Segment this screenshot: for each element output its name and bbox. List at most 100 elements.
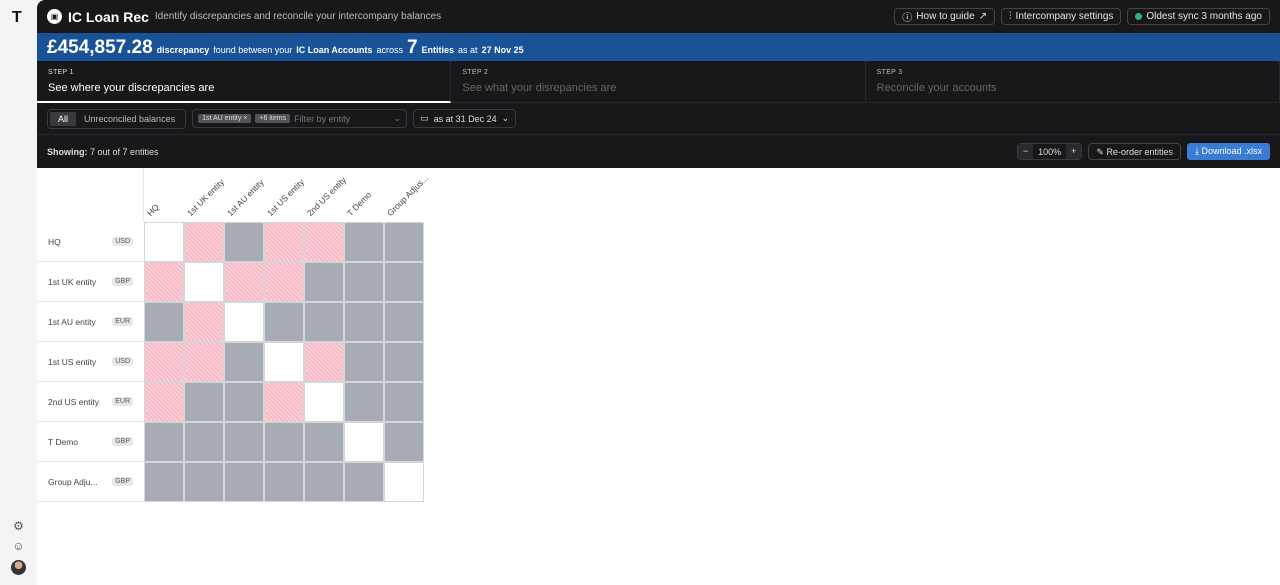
matrix-cell-none[interactable]: [144, 422, 184, 462]
matrix-cell-self: [384, 462, 424, 502]
matrix-cell-discrepancy[interactable]: [144, 262, 184, 302]
row-entity-name: 1st AU entity: [48, 316, 96, 327]
reorder-label: Re-order entities: [1106, 147, 1173, 157]
date-picker[interactable]: ▭ as at 31 Dec 24 ⌄: [413, 109, 517, 128]
matrix-cell-none[interactable]: [224, 342, 264, 382]
matrix-cell-none[interactable]: [344, 302, 384, 342]
matrix-cell-none[interactable]: [224, 462, 264, 502]
page-title: IC Loan Rec: [68, 8, 149, 25]
banner-text: discrepancy: [156, 45, 210, 55]
matrix-cell-none[interactable]: [344, 462, 384, 502]
matrix-cell-none[interactable]: [304, 262, 344, 302]
filter-unreconciled[interactable]: Unreconciled balances: [76, 112, 183, 126]
matrix-cell-discrepancy[interactable]: [184, 342, 224, 382]
matrix-cell-none[interactable]: [144, 302, 184, 342]
matrix-cell-discrepancy[interactable]: [264, 382, 304, 422]
zoom-level: 100%: [1038, 146, 1062, 157]
page-subtitle: Identify discrepancies and reconcile you…: [154, 11, 442, 22]
step-2-tab[interactable]: STEP 2 See what your disrepancies are: [451, 61, 866, 103]
entity-chip[interactable]: 1st AU entity ×: [198, 114, 252, 123]
currency-badge: GBP: [112, 277, 133, 286]
matrix-cell-none[interactable]: [264, 302, 304, 342]
matrix-cell-none[interactable]: [344, 382, 384, 422]
matrix-cell-self: [304, 382, 344, 422]
zoom-out-button[interactable]: −: [1017, 144, 1034, 159]
filter-bar: All Unreconciled balances 1st AU entity …: [37, 103, 1280, 135]
entity-filter-input[interactable]: Filter by entity: [294, 114, 389, 124]
matrix-cell-none[interactable]: [384, 382, 424, 422]
matrix-cell-discrepancy[interactable]: [184, 222, 224, 262]
matrix-cell-none[interactable]: [344, 222, 384, 262]
matrix-cell-none[interactable]: [264, 422, 304, 462]
zoom-control: − 100% +: [1016, 143, 1083, 160]
column-header: HQ: [144, 168, 184, 222]
showing-row: Showing: 7 out of 7 entities − 100% + ✎ …: [37, 135, 1280, 168]
sync-status-button[interactable]: Oldest sync 3 months ago: [1127, 8, 1270, 25]
matrix-cell-none[interactable]: [384, 262, 424, 302]
intercompany-settings-button[interactable]: ⫶ Intercompany settings: [1001, 8, 1122, 25]
currency-badge: EUR: [112, 317, 133, 326]
step-1-tab[interactable]: STEP 1 See where your discrepancies are: [37, 61, 452, 103]
how-to-guide-button[interactable]: ⓘ How to guide ↗: [894, 8, 996, 25]
matrix-cell-none[interactable]: [304, 302, 344, 342]
matrix-cell-none[interactable]: [344, 342, 384, 382]
matrix-cell-self: [144, 222, 184, 262]
row-entity-name: Group Adju...: [48, 476, 98, 487]
column-header: Group Adjus...: [384, 168, 430, 222]
pencil-icon: ✎: [1096, 147, 1104, 157]
matrix-cell-none[interactable]: [304, 462, 344, 502]
matrix-cell-none[interactable]: [304, 422, 344, 462]
matrix-cell-none[interactable]: [384, 302, 424, 342]
download-xlsx-button[interactable]: ⤓ Download .xlsx: [1186, 143, 1270, 160]
sliders-icon: ⫶: [1009, 11, 1012, 22]
matrix-cell-discrepancy[interactable]: [184, 302, 224, 342]
date-label: as at 31 Dec 24: [433, 113, 497, 124]
matrix-cell-none[interactable]: [344, 262, 384, 302]
entity-filter-select[interactable]: 1st AU entity × +6 items Filter by entit…: [192, 109, 408, 128]
matrix-cell-none[interactable]: [184, 382, 224, 422]
banner-text: Entities: [421, 45, 455, 55]
column-header: 1st AU entity: [224, 168, 266, 222]
matrix-cell-none[interactable]: [184, 462, 224, 502]
matrix-cell-discrepancy[interactable]: [264, 222, 304, 262]
steps: STEP 1 See where your discrepancies are S…: [37, 61, 1280, 103]
reorder-entities-button[interactable]: ✎ Re-order entities: [1088, 143, 1181, 160]
zoom-in-button[interactable]: +: [1066, 144, 1082, 159]
step-3-tab[interactable]: STEP 3 Reconcile your accounts: [865, 61, 1280, 103]
filter-all[interactable]: All: [50, 111, 77, 126]
more-items-chip[interactable]: +6 items: [255, 114, 291, 123]
column-header: 1st UK entity: [184, 168, 226, 222]
discrepancy-amount: £454,857.28: [47, 37, 153, 58]
avatar[interactable]: [11, 560, 26, 575]
matrix-cell-none[interactable]: [224, 422, 264, 462]
matrix-cell-none[interactable]: [224, 382, 264, 422]
settings-label: Intercompany settings: [1015, 11, 1114, 22]
row-header: HQ USD: [37, 222, 144, 262]
top-bar: ▣ IC Loan Rec Identify discrepancies and…: [37, 0, 1280, 33]
support-icon[interactable]: ☺: [11, 539, 26, 554]
matrix-cell-none[interactable]: [384, 342, 424, 382]
currency-badge: USD: [112, 237, 133, 246]
matrix-cell-none[interactable]: [384, 222, 424, 262]
step-title: Reconcile your accounts: [876, 82, 997, 94]
chevron-down-icon: ⌄: [393, 113, 402, 123]
matrix-cell-discrepancy[interactable]: [304, 342, 344, 382]
matrix-cell-none[interactable]: [264, 462, 304, 502]
row-entity-name: HQ: [48, 236, 61, 247]
app-logo[interactable]: T: [12, 9, 22, 27]
matrix-cell-none[interactable]: [144, 462, 184, 502]
matrix-cell-discrepancy[interactable]: [144, 382, 184, 422]
banner-text: found between your: [213, 45, 293, 55]
matrix-cell-discrepancy[interactable]: [264, 262, 304, 302]
matrix-cell-discrepancy[interactable]: [224, 262, 264, 302]
matrix-cell-discrepancy[interactable]: [144, 342, 184, 382]
matrix-cell-discrepancy[interactable]: [304, 222, 344, 262]
matrix-cell-none[interactable]: [184, 422, 224, 462]
row-header: 1st US entity USD: [37, 342, 144, 382]
matrix-cell-none[interactable]: [224, 222, 264, 262]
row-header: T Demo GBP: [37, 422, 144, 462]
column-header: T Demo: [344, 168, 384, 222]
banner-text: across: [376, 45, 403, 55]
matrix-cell-none[interactable]: [384, 422, 424, 462]
gear-icon[interactable]: ⚙: [11, 519, 26, 534]
